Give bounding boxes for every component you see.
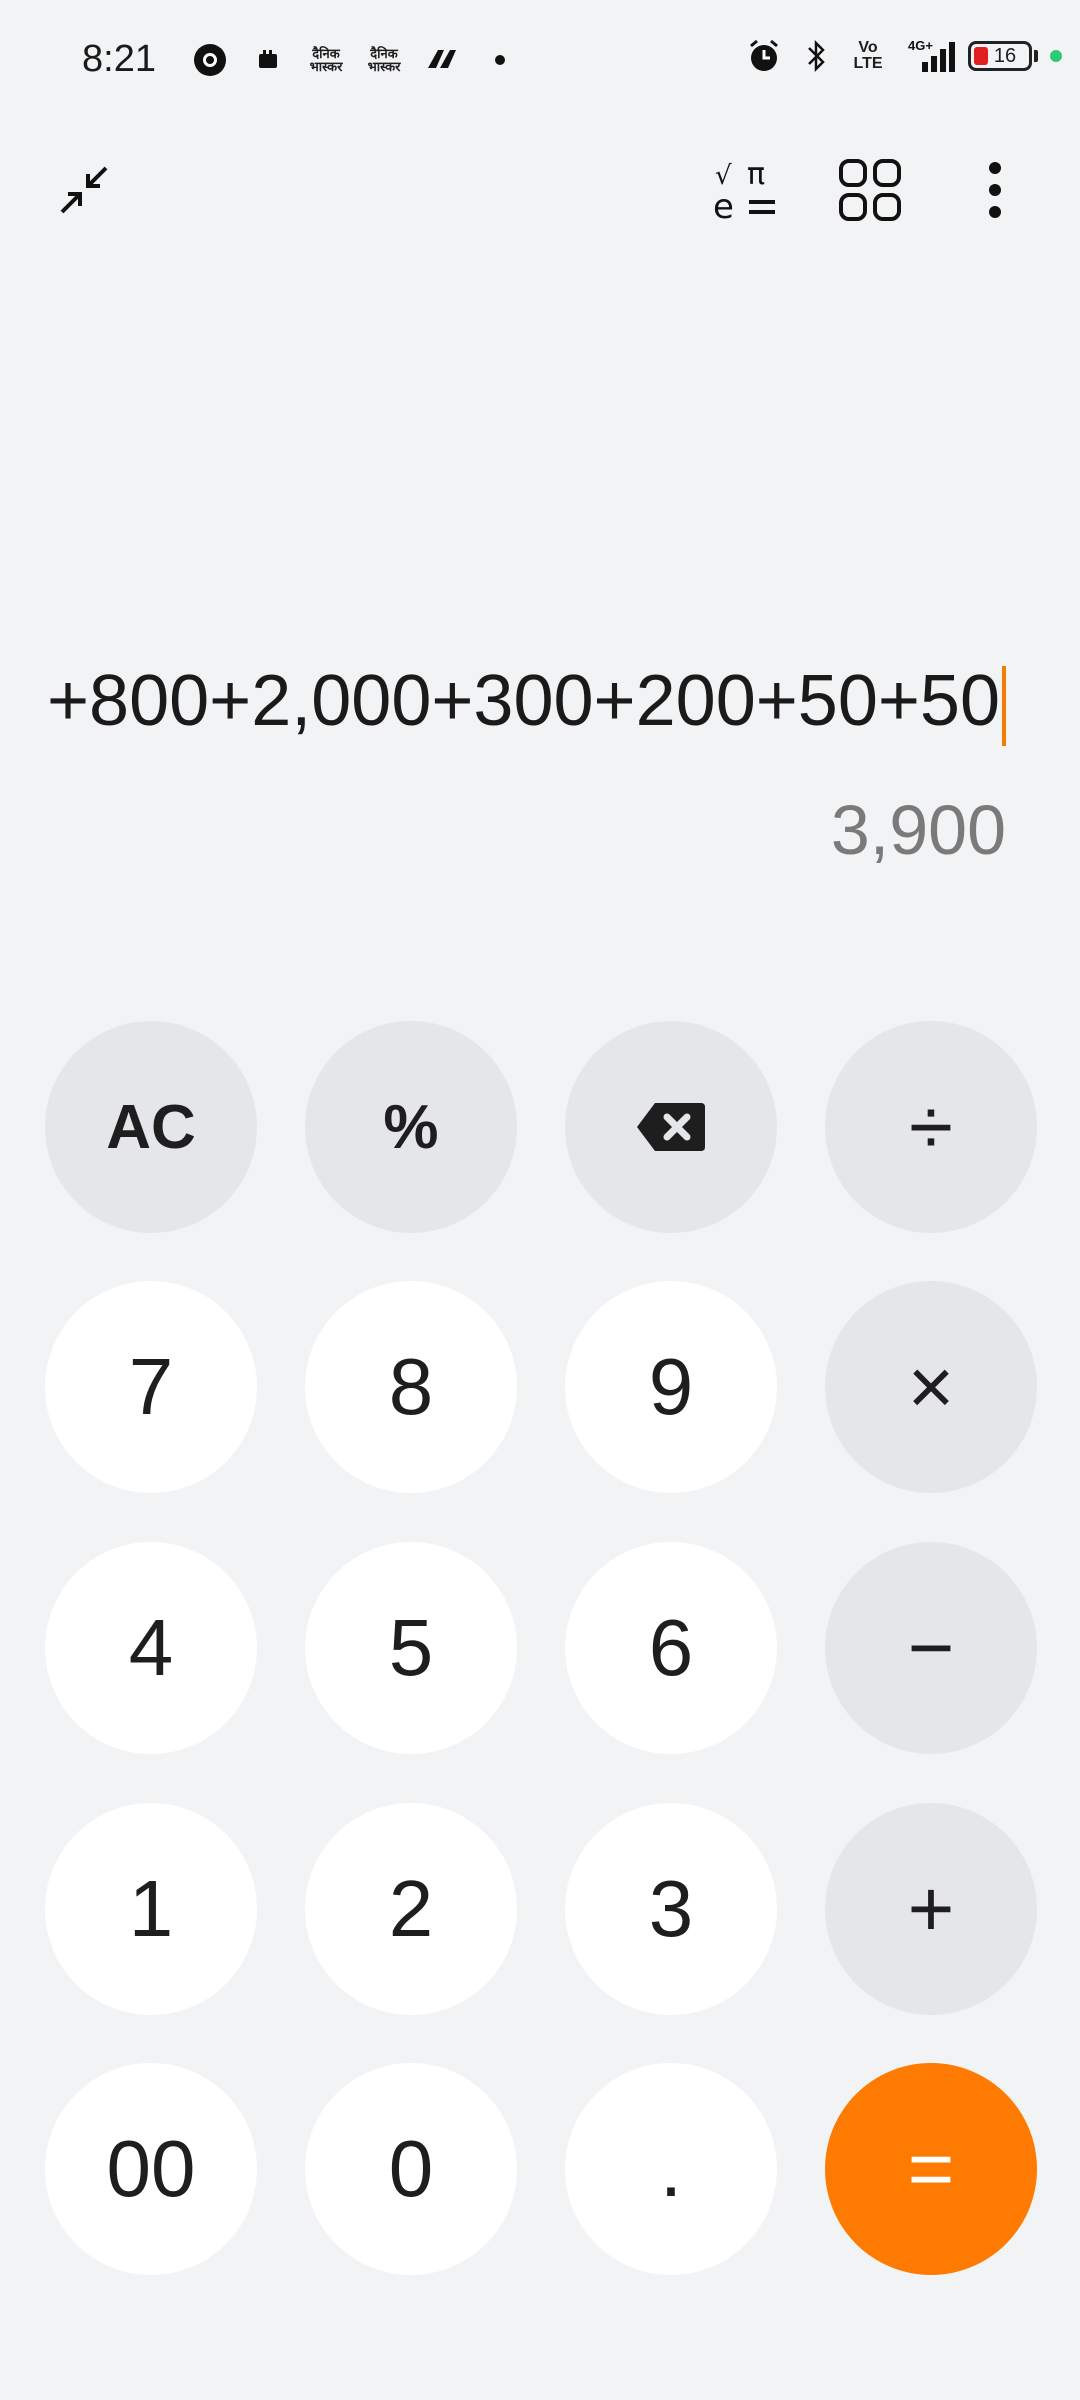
alarm-icon — [744, 36, 784, 76]
digit-1-button[interactable]: 1 — [45, 1803, 257, 2015]
backspace-button[interactable] — [565, 1021, 777, 1233]
bluetooth-icon — [796, 36, 836, 76]
digit-5-button[interactable]: 5 — [305, 1542, 517, 1754]
more-vert-icon — [989, 162, 1001, 218]
double-zero-button[interactable]: 00 — [45, 2063, 257, 2275]
collapse-icon — [60, 166, 108, 214]
system-icons: Vo LTE 4G+ 16 — [744, 36, 1062, 76]
digit-0-button[interactable]: 0 — [305, 2063, 517, 2275]
dot-icon — [480, 40, 520, 80]
news-app-icon: दैनिक भास्कर — [367, 46, 401, 74]
toolbar: √ π e — [0, 150, 1080, 230]
video-icon — [248, 40, 288, 80]
expression-text: 0+800+2,000+300+200+50+50 — [48, 661, 1006, 746]
scientific-mode-icon: √ π e — [713, 157, 775, 226]
converter-button[interactable] — [830, 150, 910, 230]
text-cursor — [1002, 665, 1006, 746]
expression-input[interactable]: 0+800+2,000+300+200+50+50 — [48, 660, 1006, 760]
grid-icon — [839, 159, 901, 221]
more-options-button[interactable] — [955, 150, 1035, 230]
battery-cap — [1034, 50, 1038, 62]
clear-button[interactable]: AC — [45, 1021, 257, 1233]
notification-icons: दैनिक भास्कर दैनिक भास्कर — [190, 40, 520, 80]
digit-8-button[interactable]: 8 — [305, 1281, 517, 1493]
equals-button[interactable]: = — [825, 2063, 1037, 2275]
chrome-icon — [190, 40, 230, 80]
result-preview: 3,900 — [830, 791, 1006, 869]
svg-text:π: π — [747, 157, 765, 192]
digit-2-button[interactable]: 2 — [305, 1803, 517, 2015]
digit-4-button[interactable]: 4 — [45, 1542, 257, 1754]
digit-3-button[interactable]: 3 — [565, 1803, 777, 2015]
collapse-button[interactable] — [44, 150, 124, 230]
digit-7-button[interactable]: 7 — [45, 1281, 257, 1493]
status-bar: 8:21 दैनिक भास्कर दैनिक भास्कर Vo LTE 4G… — [0, 0, 1080, 126]
percent-button[interactable]: % — [305, 1021, 517, 1233]
volte-icon: Vo LTE — [853, 39, 883, 72]
divide-button[interactable]: ÷ — [825, 1021, 1037, 1233]
signal-icon: 4G+ — [900, 36, 956, 76]
battery-icon: 16 — [968, 41, 1032, 71]
scientific-mode-button[interactable]: √ π e — [705, 150, 785, 230]
digit-6-button[interactable]: 6 — [565, 1542, 777, 1754]
news-app-icon: दैनिक भास्कर — [309, 46, 343, 74]
multiply-button[interactable]: × — [825, 1281, 1037, 1493]
svg-text:e: e — [713, 187, 734, 226]
privacy-indicator-icon — [1050, 50, 1062, 62]
backspace-icon — [637, 1103, 705, 1151]
status-time: 8:21 — [82, 38, 156, 80]
minus-button[interactable]: − — [825, 1542, 1037, 1754]
svg-text:4G+: 4G+ — [908, 38, 933, 53]
decimal-point-button[interactable]: . — [565, 2063, 777, 2275]
digit-9-button[interactable]: 9 — [565, 1281, 777, 1493]
plus-button[interactable]: + — [825, 1803, 1037, 2015]
app-icon — [422, 40, 462, 80]
